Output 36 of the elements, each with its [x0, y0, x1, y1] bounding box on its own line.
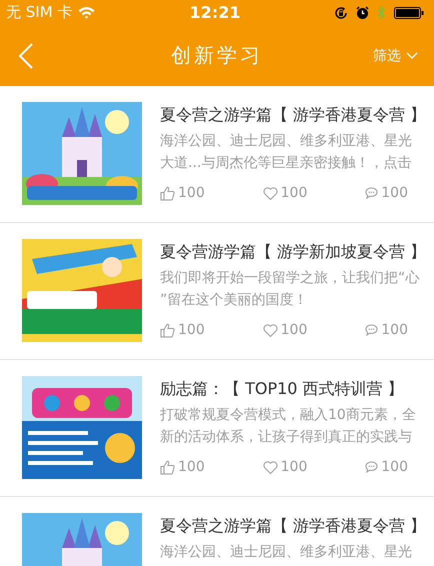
heart-icon [262, 324, 278, 336]
chat-bubble-icon [365, 187, 378, 199]
heart-icon [262, 460, 278, 474]
carrier-label: 无 SIM 卡 [6, 3, 72, 22]
like-count: 100 [160, 459, 205, 475]
article-description: 我们即将开始一段留学之旅，让我们把“心”留在这个美丽的国度！ [160, 269, 420, 310]
alarm-icon [356, 6, 369, 20]
article-title: 夏令营之游学篇【 游学香港夏令营 】 [160, 104, 426, 126]
favorite-count: 100 [262, 459, 308, 475]
rotation-lock-icon [334, 6, 348, 20]
favorite-count: 100 [262, 185, 308, 201]
page-title: 创新学习 [170, 42, 264, 69]
thumbs-up-icon [160, 322, 175, 338]
thumbs-up-icon [160, 186, 175, 200]
battery-icon [394, 6, 424, 18]
article-title: 励志篇：【 TOP10 西式特训营 】 [160, 378, 405, 400]
chat-bubble-icon [365, 324, 378, 336]
article-description: 海洋公园、迪士尼园、维多利亚港、星光大道...与周杰伦等巨星亲密接触！，点击 [160, 132, 413, 173]
comment-count: 100 [365, 459, 408, 475]
like-count: 100 [160, 185, 205, 201]
heart-icon [262, 186, 278, 200]
like-count: 100 [160, 322, 205, 338]
article-title: 夏令营之游学篇【 游学香港夏令营 】 [160, 515, 426, 537]
favorite-count: 100 [262, 322, 308, 338]
comment-count: 100 [365, 185, 408, 201]
chat-bubble-icon [365, 461, 378, 473]
comment-count: 100 [365, 322, 408, 338]
thumbs-up-icon [160, 460, 175, 474]
wifi-icon [78, 6, 96, 19]
article-title: 夏令营游学篇【 游学新加坡夏令营 】 [160, 241, 426, 263]
article-description: 海洋公园、迪士尼园、维多利亚港、星光 [160, 543, 413, 562]
clock-time: 12:21 [190, 3, 240, 22]
bluetooth-icon [377, 5, 386, 20]
caret-icon [406, 52, 418, 59]
article-description: 打破常规夏令营模式，融入10商元素，全新的活动体系，让孩子得到真正的实践与 [160, 406, 417, 447]
back-icon [18, 42, 34, 70]
